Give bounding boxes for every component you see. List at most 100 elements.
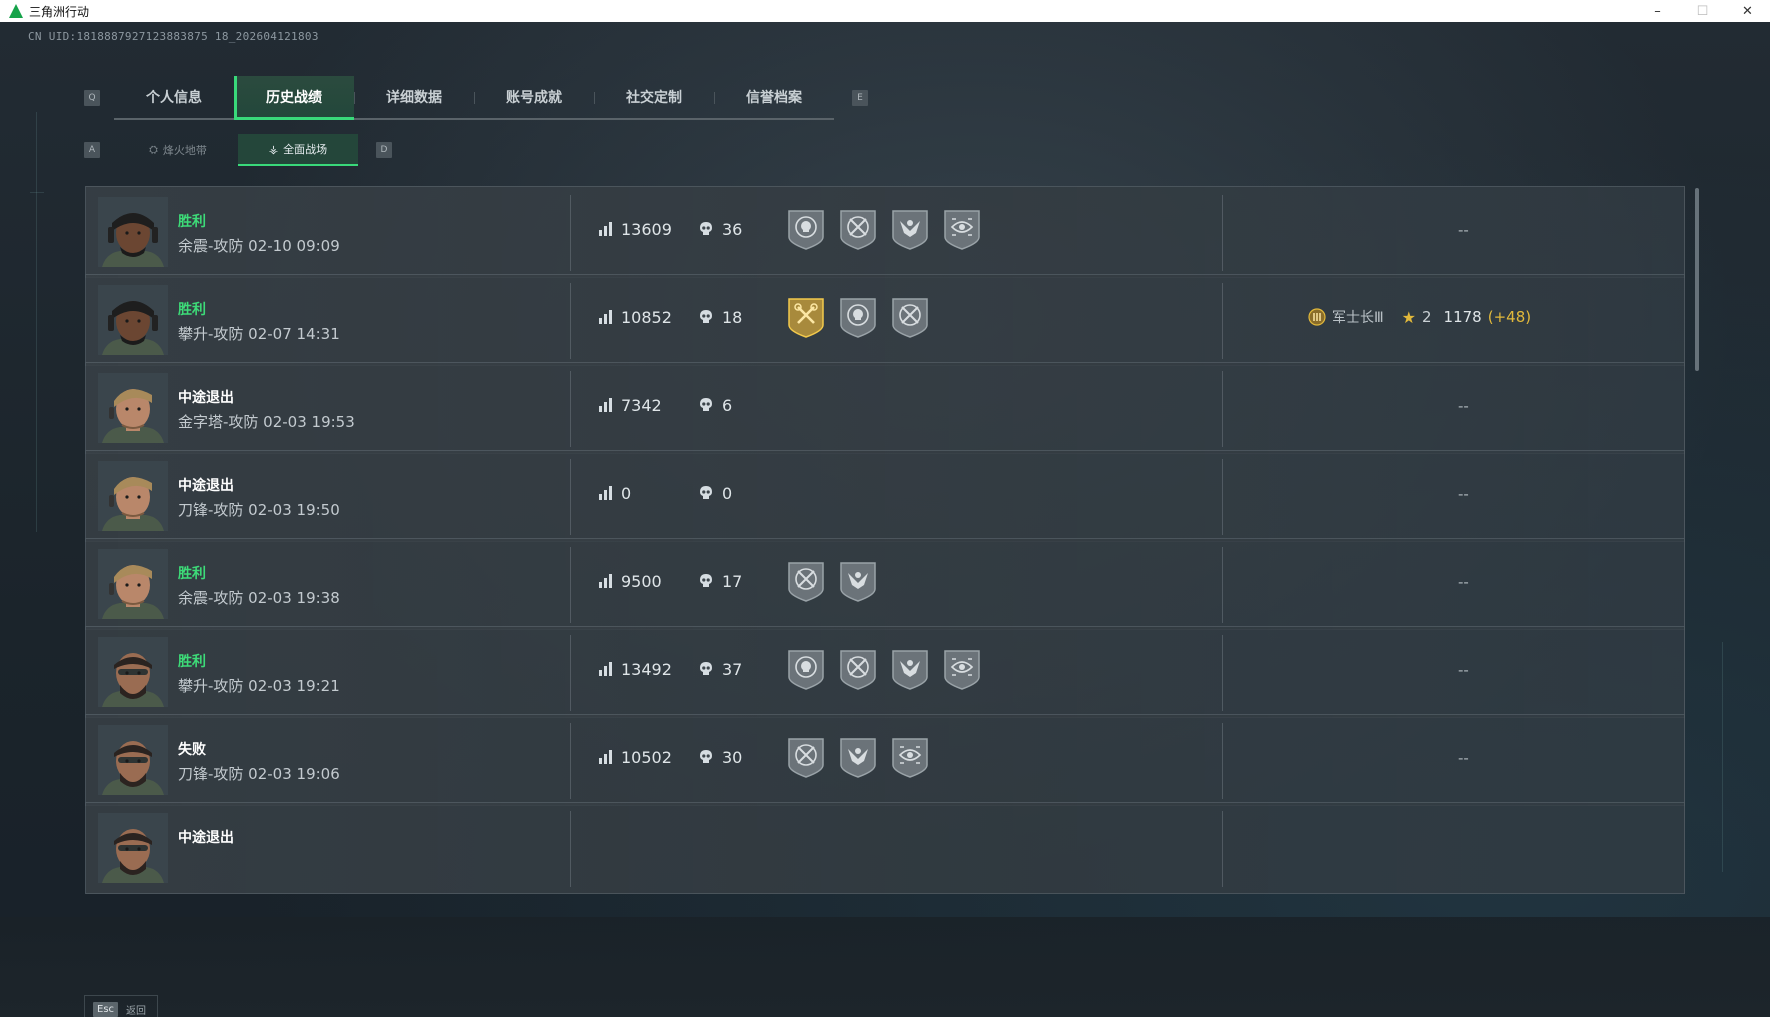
eagle-badge[interactable] bbox=[890, 207, 930, 251]
match-row[interactable]: 胜利 余震-攻防 02-10 09:09 13609 36 -- bbox=[85, 186, 1685, 278]
match-result: 中途退出 bbox=[178, 830, 234, 846]
match-result: 胜利 bbox=[178, 654, 206, 670]
player-uid: CN UID:1818887927123883875 18_2026041218… bbox=[28, 30, 319, 43]
row-divider bbox=[570, 811, 571, 887]
operator-avatar bbox=[98, 549, 168, 619]
rank-points-gain: (+48) bbox=[1487, 308, 1532, 326]
rank-change-empty: -- bbox=[1458, 397, 1469, 415]
match-score: 7342 bbox=[621, 396, 662, 415]
match-kills: 36 bbox=[722, 220, 743, 239]
window-controls: – ☐ ✕ bbox=[1635, 0, 1770, 22]
row-divider bbox=[570, 371, 571, 447]
close-button[interactable]: ✕ bbox=[1725, 0, 1770, 22]
row-divider bbox=[570, 459, 571, 535]
row-divider bbox=[1222, 195, 1223, 271]
score-icon bbox=[598, 397, 614, 413]
match-result: 胜利 bbox=[178, 566, 206, 582]
eye-scope-badge[interactable] bbox=[942, 647, 982, 691]
match-map-time: 攀升-攻防 02-07 14:31 bbox=[178, 325, 340, 343]
operator-avatar bbox=[98, 725, 168, 795]
score-icon bbox=[598, 749, 614, 765]
maximize-button[interactable]: ☐ bbox=[1680, 0, 1725, 22]
tab-personal-info[interactable]: 个人信息 bbox=[114, 76, 234, 118]
warfare-icon: ⚶ bbox=[268, 142, 279, 156]
score-icon bbox=[598, 661, 614, 677]
tab-reputation[interactable]: 信誉档案 bbox=[714, 76, 834, 118]
subtab-prev-key-hint[interactable]: A bbox=[84, 142, 100, 158]
decorative-line bbox=[1722, 642, 1723, 872]
skull-target-badge[interactable] bbox=[786, 647, 826, 691]
subtab-next-key-hint[interactable]: D bbox=[376, 142, 392, 158]
extraction-icon: ⛭ bbox=[149, 143, 158, 156]
match-kills: 37 bbox=[722, 660, 743, 679]
subtab-extraction[interactable]: ⛭ 烽火地带 bbox=[118, 134, 238, 166]
match-row[interactable]: 中途退出 刀锋-攻防 02-03 19:50 0 0 -- bbox=[85, 450, 1685, 542]
match-row[interactable]: 胜利 攀升-攻防 02-07 14:31 10852 18 军士长Ⅲ ★ 2 1178 (+48… bbox=[85, 274, 1685, 366]
row-divider bbox=[1222, 283, 1223, 359]
tab-match-history[interactable]: 历史战绩 bbox=[234, 76, 354, 120]
tab-social-custom[interactable]: 社交定制 bbox=[594, 76, 714, 118]
match-result: 失败 bbox=[178, 742, 206, 758]
match-map-time: 攀升-攻防 02-03 19:21 bbox=[178, 677, 340, 695]
match-score: 13609 bbox=[621, 220, 672, 239]
skull-target-badge[interactable] bbox=[838, 295, 878, 339]
match-row[interactable]: 中途退出 金字塔-攻防 02-03 19:53 7342 6 -- bbox=[85, 362, 1685, 454]
rank-change: 军士长Ⅲ ★ 2 1178 (+48) bbox=[1308, 307, 1531, 327]
match-score: 13492 bbox=[621, 660, 672, 679]
kills-icon bbox=[698, 221, 714, 237]
score-icon bbox=[598, 221, 614, 237]
row-divider bbox=[570, 723, 571, 799]
match-row[interactable]: 胜利 余震-攻防 02-03 19:38 9500 17 -- bbox=[85, 538, 1685, 630]
back-label: 返回 bbox=[126, 1005, 147, 1017]
tab-prev-key-hint[interactable]: Q bbox=[84, 90, 100, 106]
eagle-badge[interactable] bbox=[838, 735, 878, 779]
crossed-rifle-badge[interactable] bbox=[786, 735, 826, 779]
kills-icon bbox=[698, 661, 714, 677]
crossed-rifle-badge[interactable] bbox=[838, 207, 878, 251]
window-title: 三角洲行动 bbox=[29, 4, 90, 19]
esc-key-hint: Esc bbox=[93, 1001, 119, 1017]
crossed-rifle-badge[interactable] bbox=[786, 559, 826, 603]
eagle-badge[interactable] bbox=[890, 647, 930, 691]
medal-list bbox=[786, 207, 982, 251]
back-button[interactable]: Esc 返回 bbox=[84, 995, 158, 1017]
medal-list bbox=[786, 735, 930, 779]
match-kills: 30 bbox=[722, 748, 743, 767]
minimize-button[interactable]: – bbox=[1635, 0, 1680, 22]
match-score: 10502 bbox=[621, 748, 672, 767]
row-divider bbox=[1222, 635, 1223, 711]
match-map-time: 刀锋-攻防 02-03 19:06 bbox=[178, 765, 340, 783]
score-icon bbox=[598, 573, 614, 589]
tab-next-key-hint[interactable]: E bbox=[852, 90, 868, 106]
match-row[interactable]: 失败 刀锋-攻防 02-03 19:06 10502 30 -- bbox=[85, 714, 1685, 806]
window-titlebar: 三角洲行动 – ☐ ✕ bbox=[0, 0, 1770, 22]
kills-icon bbox=[698, 749, 714, 765]
tab-detailed-data[interactable]: 详细数据 bbox=[354, 76, 474, 118]
operator-avatar bbox=[98, 813, 168, 883]
rank-stars: 2 bbox=[1422, 308, 1432, 326]
match-result: 胜利 bbox=[178, 214, 206, 230]
match-kills: 17 bbox=[722, 572, 743, 591]
score-icon bbox=[598, 309, 614, 325]
eye-scope-badge[interactable] bbox=[890, 735, 930, 779]
skull-target-badge[interactable] bbox=[786, 207, 826, 251]
match-row[interactable]: 中途退出 bbox=[85, 802, 1685, 894]
rank-change-empty: -- bbox=[1458, 485, 1469, 503]
gold-wrench-badge[interactable] bbox=[786, 295, 826, 339]
crossed-rifle-badge[interactable] bbox=[838, 647, 878, 691]
match-row[interactable]: 胜利 攀升-攻防 02-03 19:21 13492 37 -- bbox=[85, 626, 1685, 718]
list-scrollbar[interactable] bbox=[1695, 188, 1699, 371]
subtab-extraction-label: 烽火地带 bbox=[162, 144, 207, 157]
eagle-badge[interactable] bbox=[838, 559, 878, 603]
rank-name: 军士长Ⅲ bbox=[1332, 310, 1384, 326]
score-icon bbox=[598, 485, 614, 501]
match-kills: 0 bbox=[722, 484, 733, 503]
operator-avatar bbox=[98, 285, 168, 355]
tab-achievements[interactable]: 账号成就 bbox=[474, 76, 594, 118]
footer-bar: Esc 返回 bbox=[0, 917, 1770, 1017]
game-stage: ​ CN UID:1818887927123883875 18_20260412… bbox=[0, 22, 1770, 1017]
eye-scope-badge[interactable] bbox=[942, 207, 982, 251]
crossed-rifle-badge[interactable] bbox=[890, 295, 930, 339]
rank-change-empty: -- bbox=[1458, 221, 1469, 239]
subtab-warfare[interactable]: ⚶ 全面战场 bbox=[238, 134, 358, 166]
